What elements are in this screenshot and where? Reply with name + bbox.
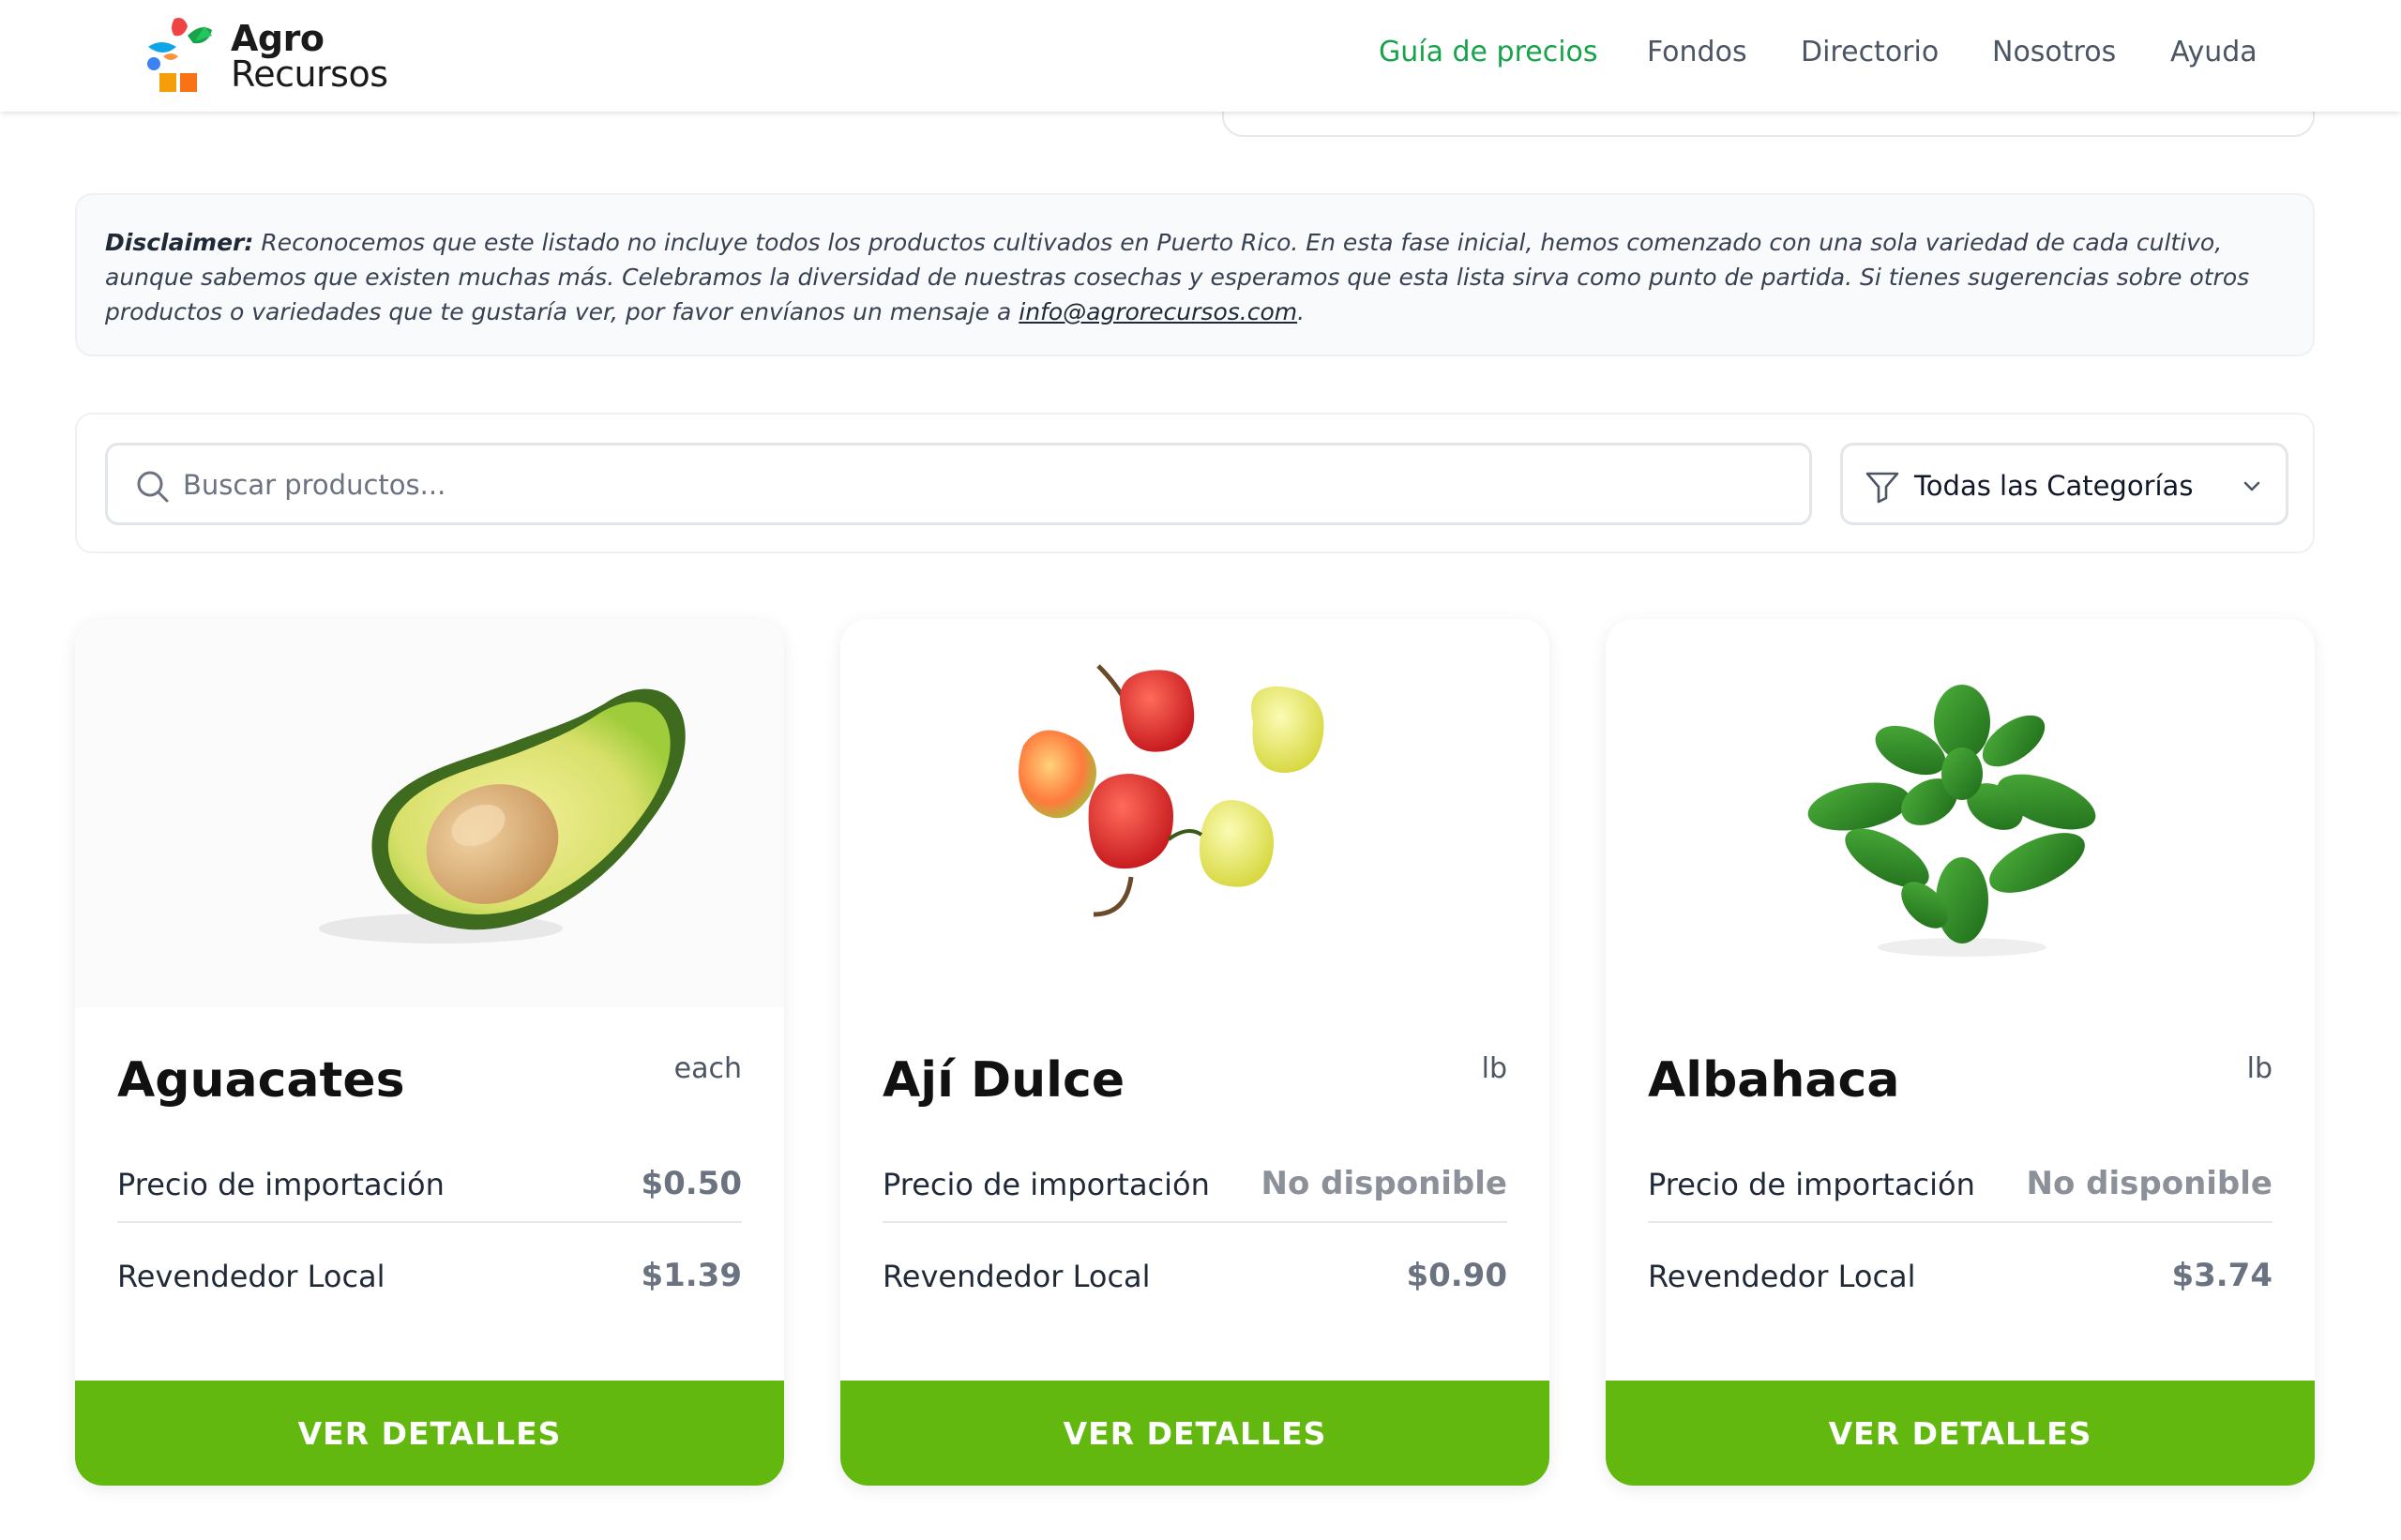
product-card: Aguacates each Precio de importación $0.… <box>75 619 784 1486</box>
albahaca-image <box>1807 685 2096 957</box>
logo-mark-icon <box>147 18 212 92</box>
aji-dulce-image <box>1019 664 1324 917</box>
import-price-label: Precio de importación <box>883 1167 1210 1202</box>
local-price-label: Revendedor Local <box>883 1259 1151 1294</box>
local-price-value: $0.90 <box>1406 1257 1507 1294</box>
disclaimer-end: . <box>1297 298 1306 325</box>
avocado-image <box>319 688 686 944</box>
product-unit: lb <box>2246 1052 2273 1085</box>
disclaimer-box: Disclaimer: Reconocemos que este listado… <box>75 193 2315 356</box>
category-select-value: Todas las Categorías <box>1914 470 2194 502</box>
product-image <box>1606 619 2315 1007</box>
disclaimer-email-link[interactable]: info@agrorecursos.com <box>1019 298 1297 325</box>
local-price-value: $1.39 <box>641 1257 742 1294</box>
product-card: Ají Dulce lb Precio de importación No di… <box>840 619 1549 1486</box>
import-price-row: Precio de importación No disponible <box>883 1155 1507 1223</box>
product-image <box>840 619 1549 1007</box>
search-box[interactable] <box>105 443 1812 525</box>
logo-text-line2: Recursos <box>231 53 388 95</box>
nav-fondos[interactable]: Fondos <box>1647 36 1747 68</box>
logo-text-line1: Agro <box>231 18 325 59</box>
product-unit: each <box>673 1052 742 1085</box>
disclaimer-title: Disclaimer: <box>105 229 254 256</box>
product-image <box>75 619 784 1007</box>
import-price-label: Precio de importación <box>117 1167 445 1202</box>
nav-directorio[interactable]: Directorio <box>1801 36 1939 68</box>
import-price-value: $0.50 <box>641 1165 742 1202</box>
product-card: Albahaca lb Precio de importación No dis… <box>1606 619 2315 1486</box>
import-price-row: Precio de importación $0.50 <box>117 1155 742 1223</box>
local-price-row: Revendedor Local $1.39 <box>117 1247 742 1304</box>
search-icon <box>137 471 169 503</box>
logo[interactable]: Agro Recursos <box>141 11 403 98</box>
ver-detalles-button[interactable]: VER DETALLES <box>75 1381 784 1486</box>
ver-detalles-button[interactable]: VER DETALLES <box>1606 1381 2315 1486</box>
search-panel: Todas las Categorías <box>75 413 2315 553</box>
product-name: Aguacates <box>117 1052 405 1109</box>
import-price-row: Precio de importación No disponible <box>1648 1155 2273 1223</box>
local-price-row: Revendedor Local $3.74 <box>1648 1247 2273 1304</box>
nav-nosotros[interactable]: Nosotros <box>1992 36 2116 68</box>
local-price-row: Revendedor Local $0.90 <box>883 1247 1507 1304</box>
local-price-value: $3.74 <box>2171 1257 2273 1294</box>
import-price-label: Precio de importación <box>1648 1167 1975 1202</box>
import-price-value: No disponible <box>2026 1165 2273 1202</box>
category-select[interactable]: Todas las Categorías <box>1840 443 2288 525</box>
top-header: Agro Recursos Guía de precios Fondos Dir… <box>0 0 2401 112</box>
product-unit: lb <box>1481 1052 1507 1085</box>
product-name: Albahaca <box>1648 1052 1900 1109</box>
nav-guia-de-precios[interactable]: Guía de precios <box>1379 36 1598 68</box>
chevron-down-icon <box>2243 481 2260 491</box>
ver-detalles-button[interactable]: VER DETALLES <box>840 1381 1549 1486</box>
local-price-label: Revendedor Local <box>117 1259 385 1294</box>
local-price-label: Revendedor Local <box>1648 1259 1916 1294</box>
filter-icon <box>1865 472 1899 504</box>
import-price-value: No disponible <box>1261 1165 1508 1202</box>
product-name: Ají Dulce <box>883 1052 1125 1109</box>
nav-ayuda[interactable]: Ayuda <box>2170 36 2258 68</box>
search-input[interactable] <box>183 459 1777 511</box>
